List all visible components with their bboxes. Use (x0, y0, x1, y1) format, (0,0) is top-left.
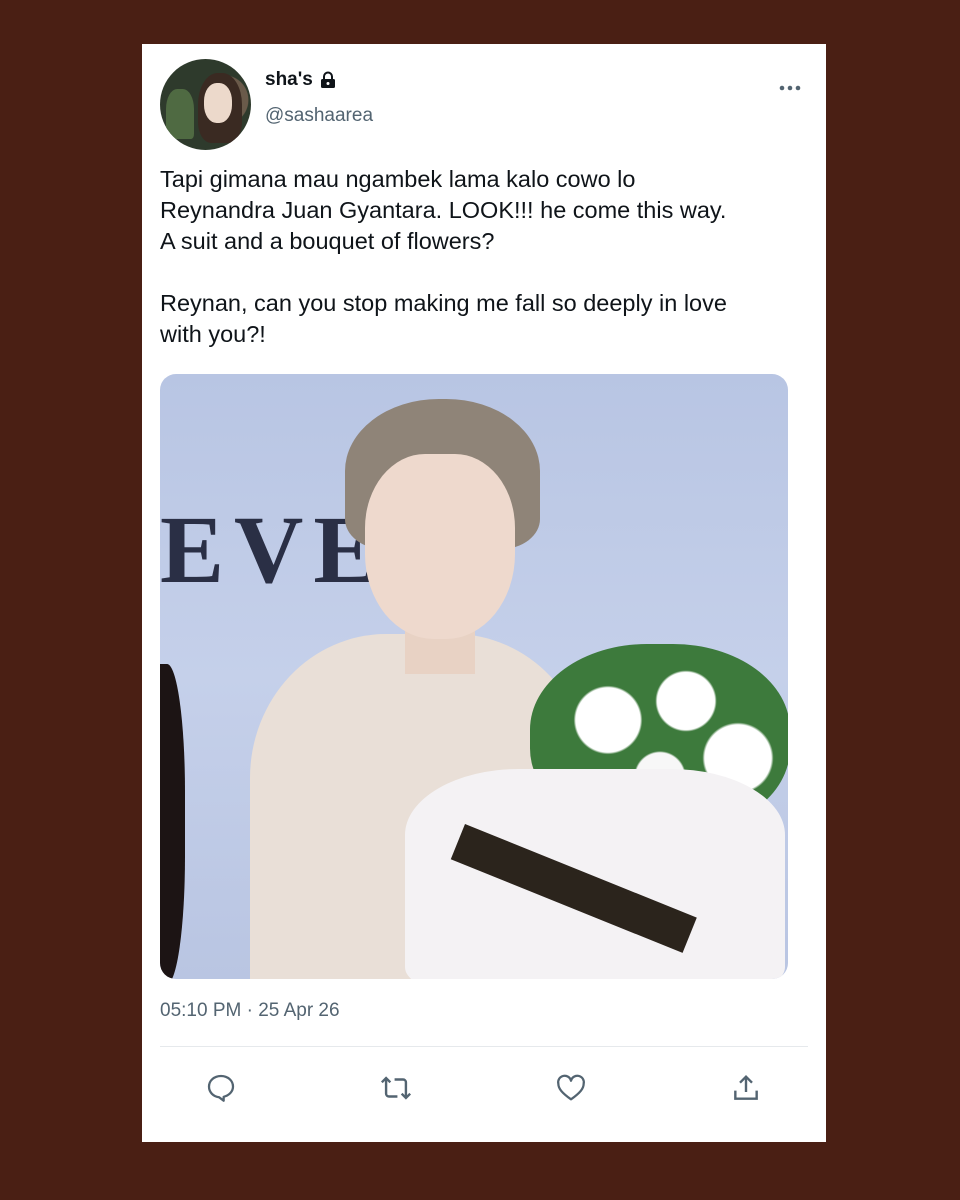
display-name[interactable]: sha's (265, 69, 313, 91)
more-options-icon[interactable] (778, 78, 802, 98)
like-icon[interactable] (553, 1070, 589, 1106)
share-icon[interactable] (728, 1070, 764, 1106)
tweet-photo[interactable]: EVE T (160, 374, 788, 979)
photo-side-hair (160, 664, 185, 979)
user-handle[interactable]: @sashaarea (265, 105, 373, 127)
retweet-icon[interactable] (378, 1070, 414, 1106)
reply-icon[interactable] (203, 1070, 239, 1106)
avatar-face (204, 83, 232, 123)
avatar-background (166, 89, 194, 139)
name-row: sha's (265, 69, 337, 91)
tweet-card: sha's @sashaarea Tapi gimana mau ngambek… (142, 44, 826, 1142)
lock-icon (319, 71, 337, 89)
avatar[interactable] (160, 59, 251, 150)
photo-bouquet-box (405, 769, 785, 979)
divider (160, 1046, 808, 1047)
tweet-text: Tapi gimana mau ngambek lama kalo cowo l… (160, 166, 727, 347)
tweet-timestamp[interactable]: 05:10 PM · 25 Apr 26 (160, 1000, 340, 1022)
photo-face (365, 454, 515, 639)
